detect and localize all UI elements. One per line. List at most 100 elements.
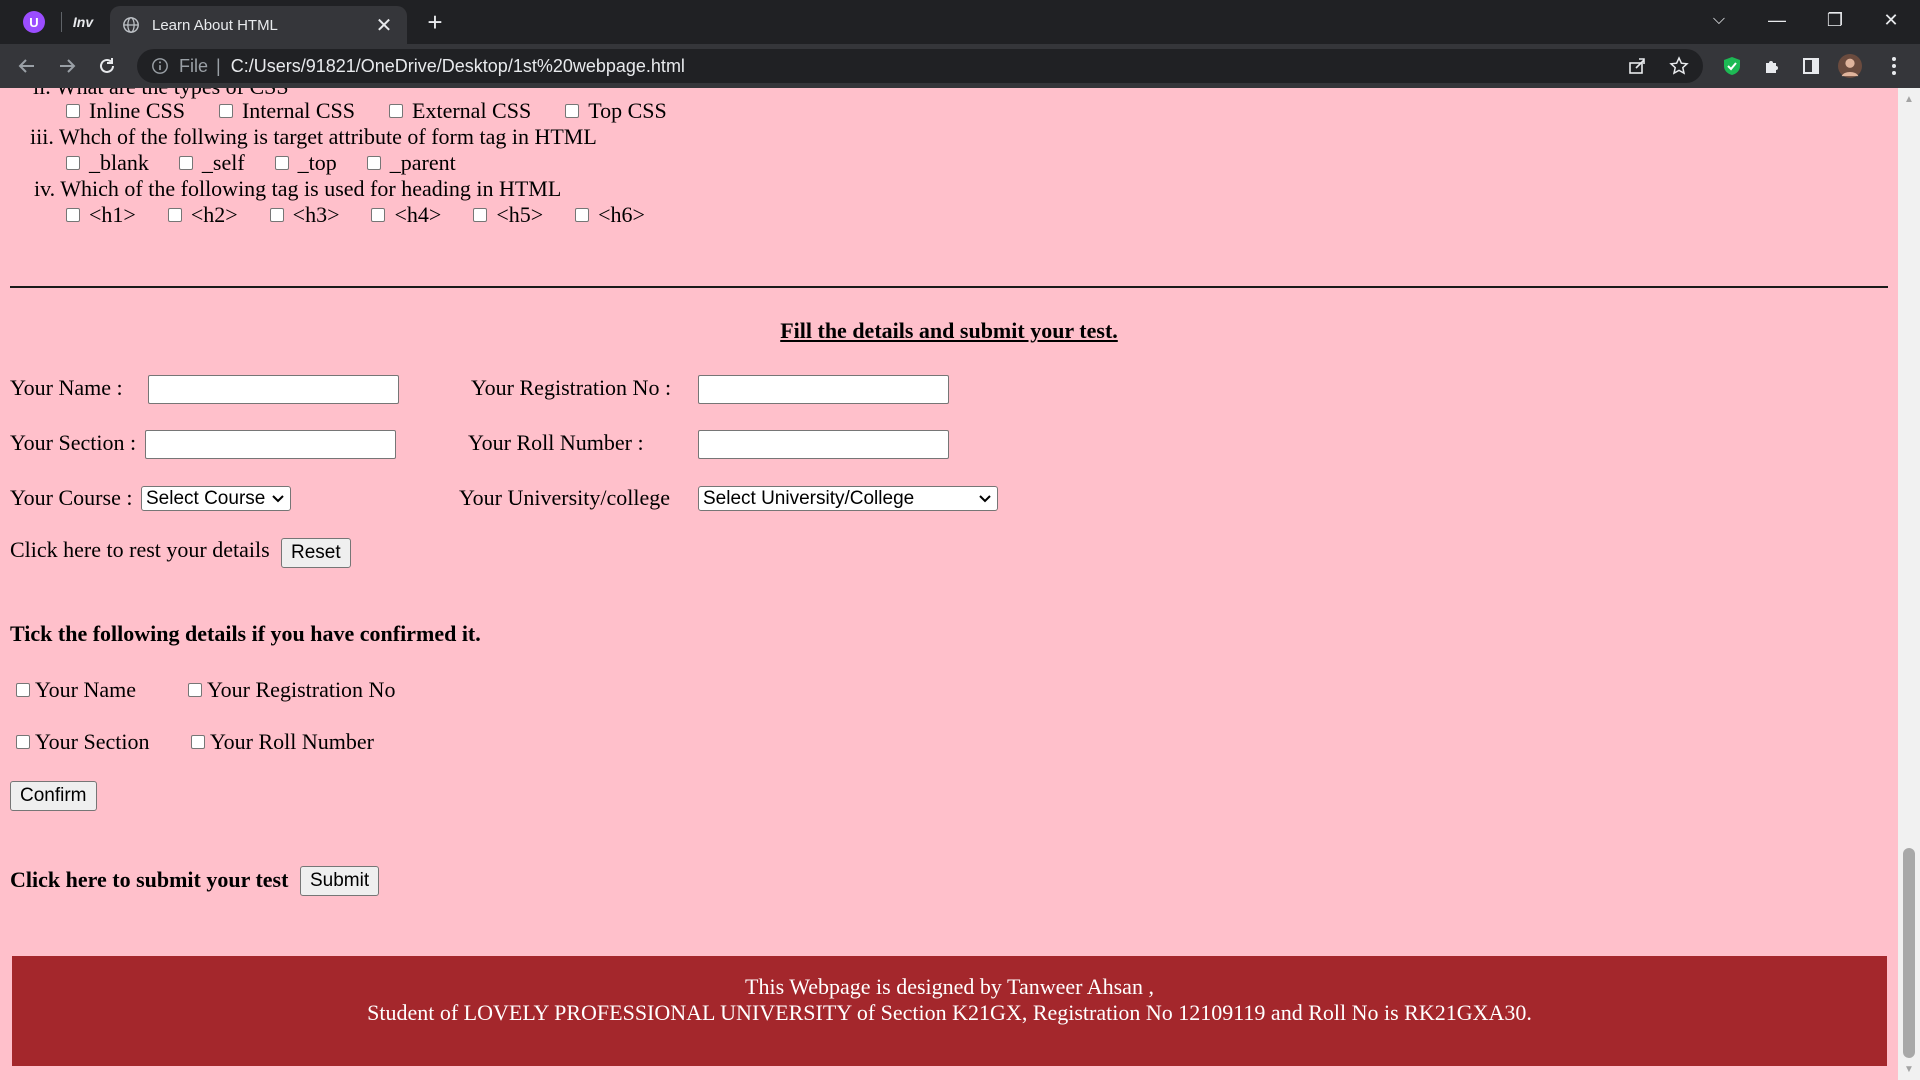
browser-toolbar: File | C:/Users/91821/OneDrive/Desktop/1… (0, 44, 1920, 88)
option-h3[interactable]: <h3> (269, 202, 339, 228)
checkbox[interactable] (565, 104, 580, 118)
form-heading: Fill the details and submit your test. (780, 318, 1118, 343)
university-select[interactable]: Select University/College (698, 486, 998, 511)
back-arrow-icon[interactable] (12, 52, 42, 80)
option-top-css[interactable]: Top CSS (565, 98, 667, 124)
reset-button[interactable]: Reset (281, 538, 351, 568)
reload-icon[interactable] (92, 52, 122, 80)
confirm-heading: Tick the following details if you have c… (10, 621, 481, 646)
checkbox[interactable] (218, 104, 233, 118)
address-scheme: File (179, 55, 209, 76)
minimize-icon[interactable]: — (1748, 0, 1806, 40)
submit-prompt: Click here to submit your test (10, 867, 289, 892)
vertical-scrollbar[interactable]: ▲ ▼ (1898, 88, 1920, 1080)
option-h2[interactable]: <h2> (167, 202, 238, 228)
option-external-css[interactable]: External CSS (389, 98, 531, 124)
option-inline-css[interactable]: Inline CSS (66, 98, 185, 124)
menu-kebab-icon[interactable] (1882, 54, 1906, 78)
registration-input[interactable] (698, 375, 949, 404)
course-label: Your Course : (10, 485, 133, 510)
option-h1[interactable]: <h1> (66, 202, 136, 228)
question-2-options: Inline CSS Internal CSS External CSS Top… (66, 98, 667, 124)
checkbox[interactable] (66, 104, 80, 118)
confirm-item-registration[interactable]: Your Registration No (188, 677, 395, 703)
page-viewport: ii. What are the types of CSS Inline CSS… (0, 88, 1898, 1080)
name-input[interactable] (148, 375, 399, 404)
omnibox-actions (1627, 49, 1689, 83)
confirm-item-name[interactable]: Your Name (16, 677, 136, 703)
checkbox[interactable] (371, 208, 386, 222)
section-input[interactable] (145, 430, 396, 459)
scrollbar-thumb[interactable] (1903, 848, 1915, 1058)
option-h4[interactable]: <h4> (371, 202, 441, 228)
checkbox[interactable] (167, 208, 182, 222)
checkbox[interactable] (274, 156, 289, 170)
checkbox[interactable] (473, 208, 488, 222)
question-4-options: <h1> <h2> <h3> <h4> <h5> <h6> (66, 202, 645, 228)
globe-icon (123, 17, 139, 33)
pinned-tab-u[interactable]: U (14, 8, 54, 36)
restore-icon[interactable]: ❐ (1806, 0, 1864, 40)
horizontal-rule (10, 286, 1888, 288)
option-h5[interactable]: <h5> (473, 202, 543, 228)
chevron-down-icon (979, 491, 991, 506)
tab-divider (61, 12, 62, 32)
close-window-icon[interactable]: ✕ (1862, 0, 1920, 40)
roll-number-input[interactable] (698, 430, 949, 459)
roll-number-label: Your Roll Number : (468, 430, 644, 455)
option-top[interactable]: _top (274, 150, 337, 176)
checkbox[interactable] (389, 104, 404, 118)
new-tab-button[interactable]: + (420, 7, 450, 37)
shield-extension-icon[interactable] (1720, 54, 1744, 78)
puzzle-extensions-icon[interactable] (1760, 54, 1784, 78)
footer-line-2: Student of LOVELY PROFESSIONAL UNIVERSIT… (367, 1000, 1532, 1025)
checkbox[interactable] (178, 156, 193, 170)
checkbox[interactable] (575, 208, 590, 222)
checkbox[interactable] (188, 683, 202, 697)
checkbox[interactable] (366, 156, 381, 170)
chevron-down-icon (272, 491, 284, 506)
checkbox[interactable] (66, 156, 80, 170)
tab-title: Learn About HTML (152, 16, 278, 34)
address-url[interactable]: C:/Users/91821/OneDrive/Desktop/1st%20we… (231, 56, 685, 77)
share-icon[interactable] (1627, 56, 1647, 76)
active-tab[interactable]: Learn About HTML ✕ (110, 6, 407, 44)
option-blank[interactable]: _blank (66, 150, 149, 176)
course-select[interactable]: Select Course (141, 486, 291, 511)
checkbox[interactable] (269, 208, 284, 222)
confirm-item-section[interactable]: Your Section (16, 729, 150, 755)
checkbox[interactable] (66, 208, 80, 222)
option-internal-css[interactable]: Internal CSS (218, 98, 355, 124)
option-self[interactable]: _self (178, 150, 245, 176)
side-panel-icon[interactable] (1799, 54, 1823, 78)
inv-icon: Inv (72, 14, 94, 30)
checkbox[interactable] (16, 683, 30, 697)
university-select-value: Select University/College (703, 487, 915, 509)
tab-strip: U Inv Learn About HTML ✕ + ⌵ — ❐ ✕ (0, 0, 1920, 44)
checkbox[interactable] (16, 735, 30, 749)
info-icon[interactable] (151, 57, 169, 75)
question-4-text: iv. Which of the following tag is used f… (34, 176, 562, 201)
registration-label: Your Registration No : (471, 375, 672, 400)
scroll-down-arrow-icon[interactable]: ▼ (1898, 1060, 1920, 1078)
confirm-item-roll-number[interactable]: Your Roll Number (191, 729, 374, 755)
address-divider: | (216, 55, 221, 76)
confirm-button[interactable]: Confirm (10, 781, 97, 811)
checkbox[interactable] (191, 735, 205, 749)
pinned-tab-inv[interactable]: Inv (63, 8, 103, 36)
university-label: Your University/college (459, 485, 671, 510)
close-tab-icon[interactable]: ✕ (373, 13, 395, 38)
profile-avatar[interactable] (1838, 54, 1862, 78)
scroll-up-arrow-icon[interactable]: ▲ (1898, 90, 1920, 108)
tab-search-icon[interactable]: ⌵ (1690, 0, 1748, 40)
page-footer: This Webpage is designed by Tanweer Ahsa… (12, 956, 1887, 1066)
option-parent[interactable]: _parent (366, 150, 456, 176)
bookmark-star-icon[interactable] (1669, 56, 1689, 76)
course-select-value: Select Course (146, 487, 266, 509)
submit-button[interactable]: Submit (300, 866, 380, 896)
name-label: Your Name : (10, 375, 123, 400)
option-h6[interactable]: <h6> (575, 202, 645, 228)
question-3-text: iii. Whch of the follwing is target attr… (30, 124, 597, 149)
forward-arrow-icon[interactable] (52, 52, 82, 80)
address-bar[interactable]: File | C:/Users/91821/OneDrive/Desktop/1… (137, 49, 1703, 83)
